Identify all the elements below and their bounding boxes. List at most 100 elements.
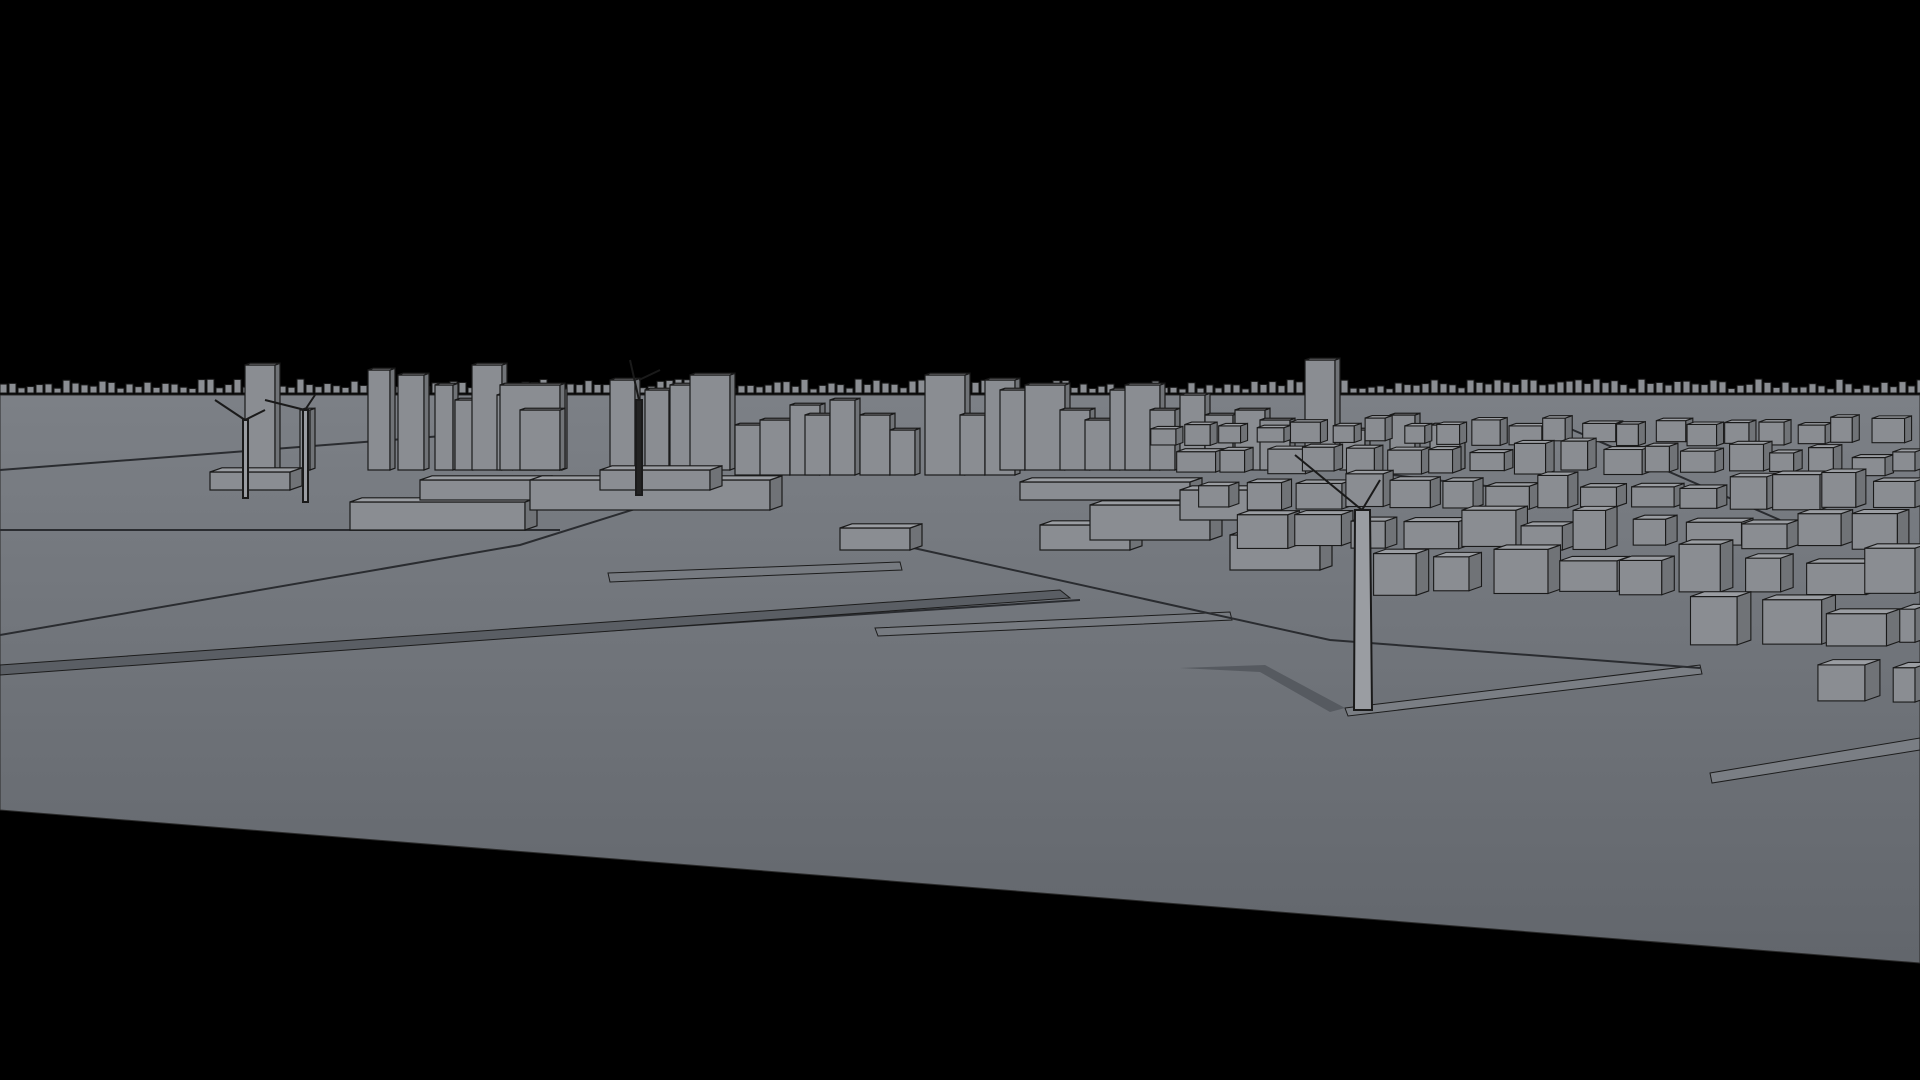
house — [1219, 446, 1254, 473]
house — [1184, 421, 1218, 447]
skyscraper — [689, 372, 736, 471]
warehouse — [209, 466, 303, 491]
horizon-building — [179, 386, 188, 394]
horizon-building — [1286, 379, 1295, 394]
horizon-building — [314, 386, 323, 394]
house — [1256, 424, 1292, 443]
horizon-building — [1871, 386, 1880, 394]
horizon-building — [1394, 382, 1403, 394]
horizon-building — [287, 386, 296, 394]
house — [1246, 478, 1293, 511]
horizon-building — [1277, 385, 1286, 394]
horizon-building — [1790, 386, 1799, 394]
horizon-building — [1727, 387, 1736, 394]
horizon-building — [17, 387, 26, 394]
house — [1579, 482, 1628, 508]
horizon-building — [1772, 386, 1781, 394]
house — [1817, 658, 1881, 702]
horizon-building — [1583, 383, 1592, 394]
horizon-building — [1403, 384, 1412, 394]
horizon-building — [737, 385, 746, 394]
horizon-building — [161, 382, 170, 394]
horizon-building — [1709, 379, 1718, 394]
horizon-building — [53, 387, 62, 394]
horizon-building — [1529, 379, 1538, 394]
house — [1542, 414, 1573, 442]
horizon-building — [62, 379, 71, 394]
house — [1428, 445, 1462, 474]
horizon-building — [296, 378, 305, 394]
horizon-building — [1628, 387, 1637, 394]
horizon-building — [1826, 388, 1835, 394]
horizon-building — [8, 382, 17, 394]
house — [1762, 594, 1837, 645]
horizon-building — [836, 384, 845, 394]
house — [1461, 505, 1528, 548]
horizon-building — [305, 384, 314, 394]
horizon-building — [233, 378, 242, 394]
horizon-building — [1700, 384, 1709, 394]
horizon-building — [350, 380, 359, 394]
horizon-building — [1430, 379, 1439, 394]
horizon-building — [206, 378, 215, 394]
horizon-building — [215, 387, 224, 394]
horizon-building — [899, 387, 908, 394]
horizon-building — [755, 386, 764, 394]
horizon-building — [1214, 387, 1223, 394]
horizon-building — [1484, 383, 1493, 394]
horizon-building — [1448, 384, 1457, 394]
horizon-building — [1637, 378, 1646, 394]
horizon-building — [845, 387, 854, 394]
house — [1689, 590, 1752, 646]
horizon-building — [1907, 385, 1916, 394]
horizon-building — [1241, 388, 1250, 394]
skyscraper — [367, 367, 396, 471]
horizon-building — [1835, 378, 1844, 394]
house — [1899, 603, 1920, 644]
horizon-building — [1178, 388, 1187, 394]
house — [1603, 445, 1652, 476]
horizon-building — [125, 383, 134, 394]
house — [1198, 481, 1240, 508]
horizon-building — [44, 383, 53, 394]
house — [1433, 551, 1483, 592]
horizon-building — [1475, 381, 1484, 394]
horizon-building — [818, 384, 827, 394]
horizon-building — [1691, 383, 1700, 394]
horizon-building — [1844, 383, 1853, 394]
house — [1631, 482, 1685, 508]
horizon-building — [1502, 381, 1511, 394]
house — [1686, 421, 1725, 447]
horizon-building — [1340, 379, 1349, 394]
warehouse — [599, 464, 723, 491]
house — [1469, 448, 1514, 472]
horizon-building — [1547, 383, 1556, 394]
horizon-building — [971, 381, 980, 394]
house — [1872, 477, 1920, 509]
house — [1729, 472, 1778, 510]
house — [1679, 484, 1728, 510]
house — [1632, 514, 1678, 546]
horizon-building — [1808, 383, 1817, 394]
horizon-building — [1187, 382, 1196, 394]
horizon-building — [35, 384, 44, 394]
house — [1892, 661, 1920, 703]
horizon-building — [881, 382, 890, 394]
horizon-building — [1619, 384, 1628, 394]
skyscraper — [519, 407, 566, 471]
house — [1218, 422, 1249, 444]
house — [1864, 543, 1920, 595]
horizon-building — [1664, 384, 1673, 394]
house — [1236, 509, 1300, 550]
house — [1485, 481, 1540, 510]
horizon-building — [1457, 387, 1466, 394]
warehouse — [839, 522, 923, 551]
horizon-building — [1898, 381, 1907, 394]
horizon-building — [602, 384, 611, 394]
horizon-building — [224, 384, 233, 394]
horizon-building — [107, 381, 116, 394]
city-wireframe-render — [0, 357, 1920, 964]
horizon-building — [593, 383, 602, 394]
house — [1871, 415, 1913, 444]
horizon-building — [1097, 385, 1106, 394]
